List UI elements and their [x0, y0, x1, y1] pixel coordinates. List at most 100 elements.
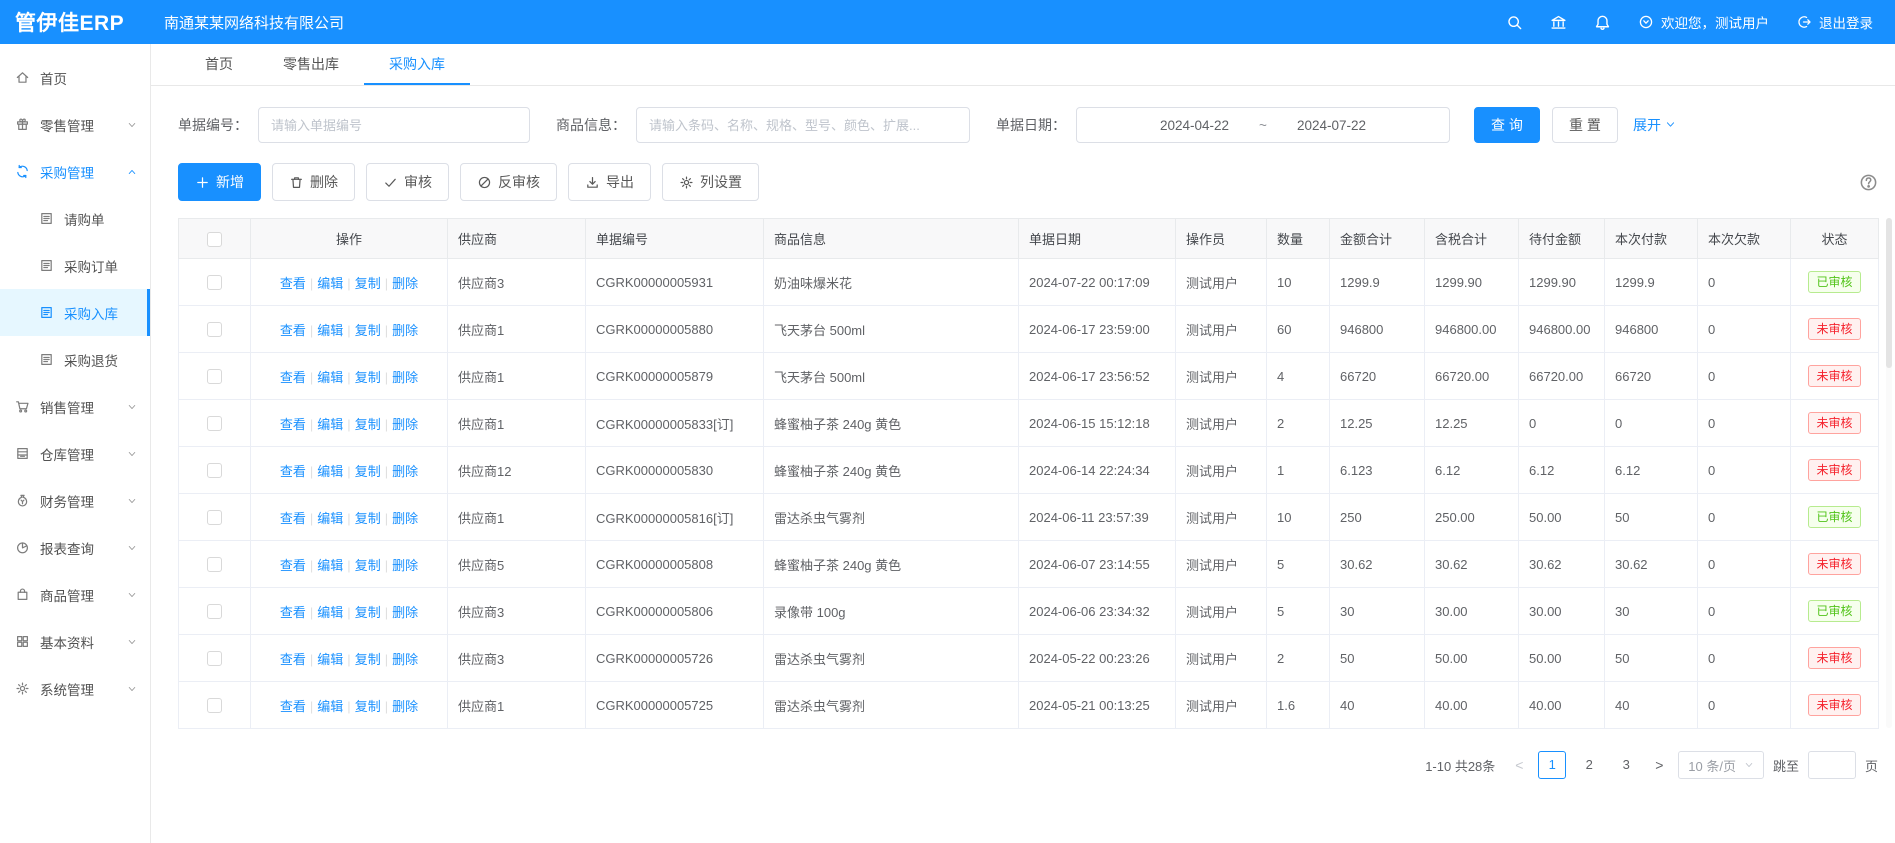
column-settings-button[interactable]: 列设置 [662, 163, 759, 201]
page-button-2[interactable]: 2 [1575, 751, 1603, 779]
expand-link[interactable]: 展开 [1633, 115, 1676, 135]
reset-button[interactable]: 重 置 [1552, 107, 1618, 143]
action-view-link[interactable]: 查看 [280, 323, 306, 338]
sidebar-item-purchase-order[interactable]: 采购订单 [0, 242, 150, 289]
action-edit-link[interactable]: 编辑 [317, 323, 343, 338]
search-icon[interactable] [1506, 14, 1523, 31]
action-edit-link[interactable]: 编辑 [317, 605, 343, 620]
row-checkbox[interactable] [207, 322, 222, 337]
action-delete-link[interactable]: 删除 [392, 699, 418, 714]
export-button[interactable]: 导出 [568, 163, 651, 201]
action-edit-link[interactable]: 编辑 [317, 511, 343, 526]
bank-icon[interactable] [1550, 14, 1567, 31]
cell-tax-total: 30.62 [1425, 541, 1519, 588]
action-copy-link[interactable]: 复制 [355, 652, 381, 667]
sidebar-item-system-mgmt[interactable]: 系统管理 [0, 665, 150, 712]
row-checkbox[interactable] [207, 698, 222, 713]
row-checkbox[interactable] [207, 651, 222, 666]
action-view-link[interactable]: 查看 [280, 464, 306, 479]
scrollbar-thumb[interactable] [1886, 218, 1892, 368]
action-view-link[interactable]: 查看 [280, 276, 306, 291]
tab-home[interactable]: 首页 [180, 44, 258, 85]
action-view-link[interactable]: 查看 [280, 652, 306, 667]
action-delete-link[interactable]: 删除 [392, 276, 418, 291]
page-button-1[interactable]: 1 [1538, 751, 1566, 779]
sidebar-item-product-mgmt[interactable]: 商品管理 [0, 571, 150, 618]
action-delete-link[interactable]: 删除 [392, 323, 418, 338]
add-button[interactable]: 新增 [178, 163, 261, 201]
search-button[interactable]: 查 询 [1474, 107, 1540, 143]
sidebar-item-report-query[interactable]: 报表查询 [0, 524, 150, 571]
bill-no-input[interactable] [258, 107, 530, 143]
jump-to-input[interactable] [1808, 751, 1856, 779]
sidebar-item-purchase-return[interactable]: 采购退货 [0, 336, 150, 383]
action-copy-link[interactable]: 复制 [355, 558, 381, 573]
next-page-button[interactable]: > [1649, 757, 1669, 773]
action-edit-link[interactable]: 编辑 [317, 276, 343, 291]
row-checkbox[interactable] [207, 557, 222, 572]
product-info-input[interactable] [636, 107, 970, 143]
action-copy-link[interactable]: 复制 [355, 370, 381, 385]
logout-button[interactable]: 退出登录 [1796, 12, 1873, 32]
tab-retail-outbound[interactable]: 零售出库 [258, 44, 364, 85]
sidebar-item-finance-mgmt[interactable]: 财务管理 [0, 477, 150, 524]
sidebar-item-basic-data[interactable]: 基本资料 [0, 618, 150, 665]
row-checkbox[interactable] [207, 275, 222, 290]
audit-button[interactable]: 审核 [366, 163, 449, 201]
action-edit-link[interactable]: 编辑 [317, 699, 343, 714]
delete-button[interactable]: 删除 [272, 163, 355, 201]
help-icon[interactable] [1859, 173, 1878, 192]
action-copy-link[interactable]: 复制 [355, 276, 381, 291]
sidebar-item-sales-mgmt[interactable]: 销售管理 [0, 383, 150, 430]
action-delete-link[interactable]: 删除 [392, 370, 418, 385]
page-size-select[interactable]: 10 条/页 [1678, 751, 1764, 779]
prev-page-button[interactable]: < [1509, 757, 1529, 773]
action-view-link[interactable]: 查看 [280, 605, 306, 620]
action-edit-link[interactable]: 编辑 [317, 652, 343, 667]
date-range-picker[interactable]: 2024-04-22 ~ 2024-07-22 [1076, 107, 1450, 143]
row-checkbox[interactable] [207, 510, 222, 525]
action-view-link[interactable]: 查看 [280, 699, 306, 714]
row-checkbox[interactable] [207, 604, 222, 619]
action-delete-link[interactable]: 删除 [392, 464, 418, 479]
action-view-link[interactable]: 查看 [280, 511, 306, 526]
action-edit-link[interactable]: 编辑 [317, 558, 343, 573]
action-copy-link[interactable]: 复制 [355, 417, 381, 432]
sidebar-item-purchase-request[interactable]: 请购单 [0, 195, 150, 242]
action-edit-link[interactable]: 编辑 [317, 464, 343, 479]
action-edit-link[interactable]: 编辑 [317, 370, 343, 385]
action-delete-link[interactable]: 删除 [392, 652, 418, 667]
tab-purchase-inbound[interactable]: 采购入库 [364, 44, 470, 85]
action-copy-link[interactable]: 复制 [355, 511, 381, 526]
action-view-link[interactable]: 查看 [280, 417, 306, 432]
user-menu[interactable]: 欢迎您，测试用户 [1638, 12, 1769, 32]
sidebar-item-purchase-mgmt[interactable]: 采购管理 [0, 148, 150, 195]
sidebar-item-home[interactable]: 首页 [0, 54, 150, 101]
page-button-3[interactable]: 3 [1612, 751, 1640, 779]
row-checkbox[interactable] [207, 416, 222, 431]
action-copy-link[interactable]: 复制 [355, 464, 381, 479]
sidebar-item-purchase-inbound[interactable]: 采购入库 [0, 289, 150, 336]
action-delete-link[interactable]: 删除 [392, 511, 418, 526]
action-copy-link[interactable]: 复制 [355, 605, 381, 620]
action-copy-link[interactable]: 复制 [355, 699, 381, 714]
date-to-value[interactable]: 2024-07-22 [1297, 118, 1366, 133]
bell-icon[interactable] [1594, 14, 1611, 31]
table-row: 查看|编辑|复制|删除供应商12CGRK00000005830蜂蜜柚子茶 240… [179, 447, 1879, 494]
action-delete-link[interactable]: 删除 [392, 417, 418, 432]
date-from-value[interactable]: 2024-04-22 [1160, 118, 1229, 133]
row-checkbox[interactable] [207, 369, 222, 384]
action-delete-link[interactable]: 删除 [392, 558, 418, 573]
sidebar-item-warehouse-mgmt[interactable]: 仓库管理 [0, 430, 150, 477]
action-view-link[interactable]: 查看 [280, 370, 306, 385]
action-delete-link[interactable]: 删除 [392, 605, 418, 620]
status-badge: 未审核 [1808, 553, 1860, 575]
unaudit-button[interactable]: 反审核 [460, 163, 557, 201]
select-all-checkbox[interactable] [207, 232, 222, 247]
row-checkbox[interactable] [207, 463, 222, 478]
action-view-link[interactable]: 查看 [280, 558, 306, 573]
action-copy-link[interactable]: 复制 [355, 323, 381, 338]
action-edit-link[interactable]: 编辑 [317, 417, 343, 432]
sidebar-item-retail-mgmt[interactable]: 零售管理 [0, 101, 150, 148]
table-scrollbar[interactable] [1886, 218, 1892, 728]
